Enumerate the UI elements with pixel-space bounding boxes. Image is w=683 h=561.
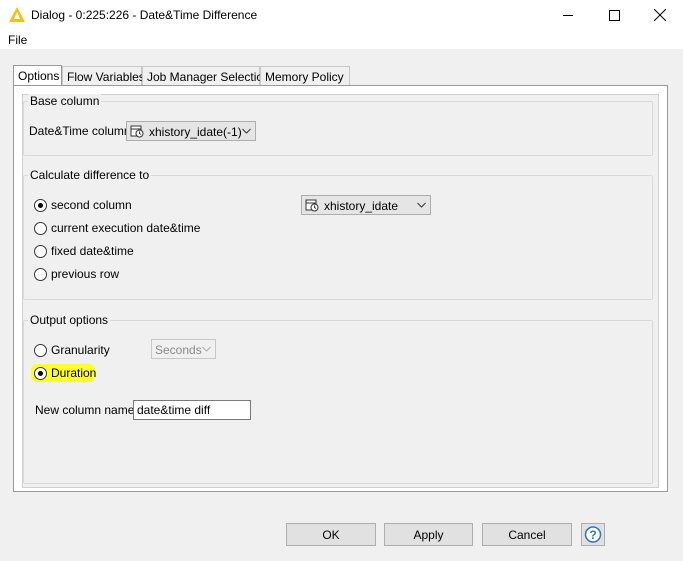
knime-warning-icon <box>9 7 25 22</box>
maximize-button[interactable] <box>591 0 637 30</box>
radio-previous-row[interactable] <box>34 268 47 281</box>
help-glyph: ? <box>589 528 596 542</box>
new-column-name-label: New column name: <box>35 403 138 417</box>
datetime-type-icon <box>305 199 319 212</box>
fixed-datetime-label[interactable]: fixed date&time <box>51 244 134 258</box>
radio-current-execution[interactable] <box>34 222 47 235</box>
second-column-label[interactable]: second column <box>51 198 132 212</box>
ok-button[interactable]: OK <box>286 523 376 546</box>
options-panel: Base column Date&Time column xhistory_id… <box>13 85 668 492</box>
calc-difference-title: Calculate difference to <box>28 168 152 182</box>
tab-options[interactable]: Options <box>13 65 62 86</box>
second-column-value: xhistory_idate <box>324 199 399 213</box>
output-options-group: Output options Granularity Seconds Durat… <box>23 313 653 484</box>
minimize-button[interactable] <box>545 0 591 30</box>
title-bar: Dialog - 0:225:226 - Date&Time Differenc… <box>0 0 683 30</box>
options-content: Base column Date&Time column xhistory_id… <box>22 94 659 488</box>
duration-label[interactable]: Duration <box>51 366 96 380</box>
close-icon <box>654 9 666 21</box>
granularity-value: Seconds <box>155 343 202 357</box>
granularity-label[interactable]: Granularity <box>51 343 110 357</box>
datetime-type-icon <box>130 125 144 138</box>
menu-bar: File <box>0 30 683 49</box>
tab-memory-policy[interactable]: Memory Policy <box>260 66 350 85</box>
radio-second-column[interactable] <box>34 199 47 212</box>
base-column-title: Base column <box>28 94 102 108</box>
chevron-down-icon <box>242 128 251 134</box>
datetime-column-select[interactable]: xhistory_idate(-1) <box>126 121 256 141</box>
base-column-group: Base column Date&Time column xhistory_id… <box>23 94 653 156</box>
calc-difference-group: Calculate difference to second column cu… <box>23 168 653 300</box>
menu-file[interactable]: File <box>8 33 27 47</box>
help-icon: ? <box>584 526 602 543</box>
cancel-button[interactable]: Cancel <box>482 523 572 546</box>
chevron-down-icon <box>417 202 426 208</box>
granularity-select[interactable]: Seconds <box>151 339 216 359</box>
close-button[interactable] <box>637 0 683 30</box>
second-column-select[interactable]: xhistory_idate <box>301 195 431 215</box>
window-title: Dialog - 0:225:226 - Date&Time Differenc… <box>31 8 258 22</box>
current-execution-label[interactable]: current execution date&time <box>51 221 200 235</box>
radio-duration[interactable] <box>34 367 47 380</box>
tab-flow-variables[interactable]: Flow Variables <box>62 66 145 85</box>
minimize-icon <box>562 14 573 16</box>
previous-row-label[interactable]: previous row <box>51 267 119 281</box>
apply-button[interactable]: Apply <box>384 523 473 546</box>
new-column-name-input[interactable]: date&time diff <box>133 400 251 420</box>
datetime-column-label: Date&Time column <box>29 124 131 138</box>
maximize-icon <box>608 9 620 21</box>
chevron-down-icon <box>202 346 211 352</box>
tab-job-manager-selection[interactable]: Job Manager Selection <box>142 66 270 85</box>
help-button[interactable]: ? <box>581 523 605 546</box>
radio-granularity[interactable] <box>34 344 47 357</box>
output-options-title: Output options <box>28 313 111 327</box>
datetime-column-value: xhistory_idate(-1) <box>149 125 242 139</box>
radio-fixed-datetime[interactable] <box>34 245 47 258</box>
